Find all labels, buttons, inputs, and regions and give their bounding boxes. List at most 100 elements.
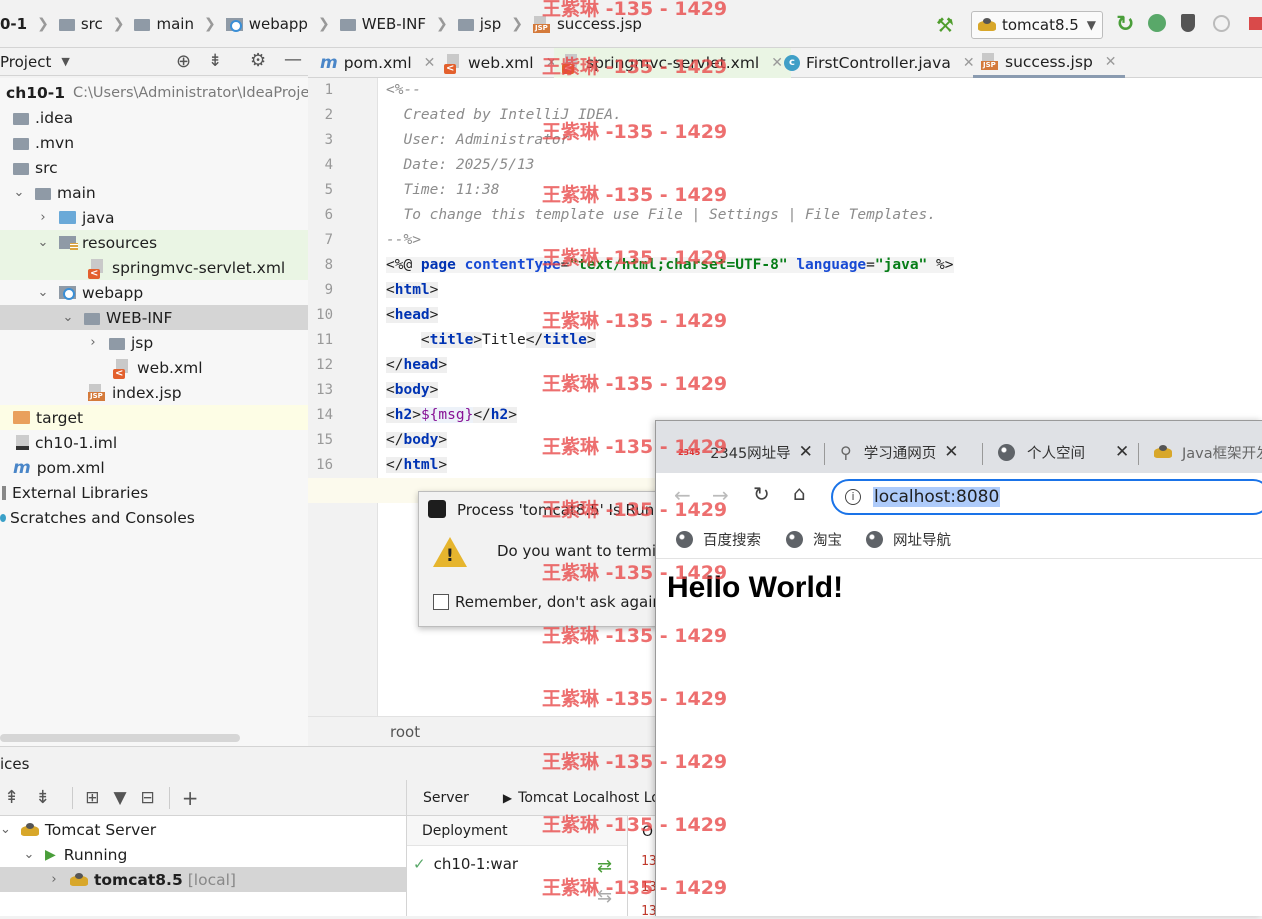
tree-item-scratches[interactable]: Scratches and Consoles — [0, 505, 308, 530]
breadcrumb-item-success-jsp[interactable]: success.jsp — [557, 15, 642, 33]
info-icon[interactable]: i — [845, 489, 861, 505]
tab-server[interactable]: Server — [423, 790, 469, 806]
chevron-down-icon[interactable]: ⌄ — [62, 310, 74, 325]
new-tab-icon[interactable]: ⊟ — [141, 788, 155, 808]
line-number[interactable]: 2 — [325, 107, 333, 123]
tree-item-running[interactable]: ⌄ ▶ Running — [0, 842, 406, 867]
coverage-shield-icon[interactable] — [1181, 14, 1195, 32]
profiler-icon[interactable] — [1213, 15, 1230, 32]
breadcrumb-item-src[interactable]: src — [81, 15, 103, 33]
browser-tab-personal-space[interactable]: 个人空间 ✕ — [998, 437, 1129, 467]
tree-item-resources[interactable]: ⌄ resources — [0, 230, 308, 255]
tree-item-target[interactable]: target — [0, 405, 308, 430]
split-divider[interactable] — [627, 816, 628, 916]
editor-breadcrumb-root[interactable]: root — [390, 723, 420, 741]
line-number[interactable]: 7 — [325, 232, 333, 248]
breadcrumb-item-main[interactable]: main — [156, 15, 193, 33]
tree-item-src[interactable]: src — [0, 155, 308, 180]
tree-item-tomcat-server[interactable]: ⌄ Tomcat Server — [0, 817, 406, 842]
tab-web-xml[interactable]: web.xml ✕ — [436, 48, 565, 78]
line-number[interactable]: 16 — [316, 457, 333, 473]
stop-icon[interactable] — [1249, 17, 1262, 30]
tab-tomcat-localhost-log[interactable]: Tomcat Localhost Log — [518, 790, 669, 806]
collapse-all-icon[interactable]: ⇟ — [208, 51, 222, 71]
close-icon[interactable]: ✕ — [1105, 54, 1117, 70]
tree-item-mvn[interactable]: .mvn — [0, 130, 308, 155]
tree-item-external-libraries[interactable]: External Libraries — [0, 480, 308, 505]
add-icon[interactable]: + — [182, 786, 199, 810]
line-number[interactable]: 6 — [325, 207, 333, 223]
browser-tab-2345[interactable]: 2345 2345网址导 ✕ — [678, 437, 813, 467]
chevron-right-icon[interactable]: › — [37, 210, 49, 225]
tree-item-jsp[interactable]: › jsp — [0, 330, 308, 355]
line-number[interactable]: 12 — [316, 357, 333, 373]
line-number[interactable]: 9 — [325, 282, 333, 298]
chevron-down-icon[interactable]: ⌄ — [13, 185, 25, 200]
chevron-down-icon[interactable]: ⌄ — [23, 847, 35, 862]
project-panel-title[interactable]: Project — [0, 53, 51, 71]
line-number[interactable]: 4 — [325, 157, 333, 173]
line-number[interactable]: 3 — [325, 132, 333, 148]
reload-icon[interactable]: ↻ — [753, 482, 770, 506]
line-number[interactable]: 5 — [325, 182, 333, 198]
tree-item-root[interactable]: ch10-1 C:\Users\Administrator\IdeaProje — [0, 80, 309, 105]
tab-pom-xml[interactable]: m pom.xml ✕ — [312, 48, 443, 78]
services-panel-title[interactable]: ices — [0, 755, 29, 773]
minimize-icon[interactable]: — — [284, 49, 302, 70]
forward-icon[interactable]: → — [712, 483, 729, 507]
undeploy-icon[interactable]: ⇆ — [597, 886, 612, 907]
breadcrumb-item-project[interactable]: 0-1 — [0, 15, 27, 33]
breadcrumb-item-jsp[interactable]: jsp — [480, 15, 502, 33]
redeploy-icon[interactable]: ⇄ — [597, 856, 612, 877]
line-number[interactable]: 8 — [325, 257, 333, 273]
chevron-right-icon[interactable]: › — [48, 872, 60, 887]
line-number[interactable]: 13 — [316, 382, 333, 398]
tree-item-main[interactable]: ⌄ main — [0, 180, 308, 205]
chevron-down-icon[interactable]: ⌄ — [0, 822, 11, 837]
filter-icon[interactable]: ▼ — [113, 788, 126, 808]
address-bar[interactable]: i localhost:8080 — [831, 479, 1262, 515]
debug-bug-icon[interactable] — [1148, 14, 1166, 32]
tree-item-java[interactable]: › java — [0, 205, 308, 230]
locate-target-icon[interactable]: ⊕ — [176, 51, 191, 72]
run-configuration-select[interactable]: tomcat8.5 ▼ — [971, 11, 1103, 39]
browser-tab-java-framework[interactable]: Java框架开发 — [1154, 437, 1262, 467]
chevron-down-icon[interactable]: ⌄ — [37, 285, 49, 300]
tree-item-pom-xml[interactable]: m pom.xml — [0, 455, 308, 480]
horizontal-scrollbar[interactable] — [0, 734, 240, 742]
group-icon[interactable]: ⊞ — [85, 788, 99, 808]
address-text[interactable]: localhost:8080 — [873, 487, 1001, 507]
tree-item-webapp[interactable]: ⌄ webapp — [0, 280, 308, 305]
bookmark-taobao[interactable]: 淘宝 — [786, 529, 842, 550]
tab-springmvc-servlet-xml[interactable]: springmvc-servlet.xml ✕ — [554, 48, 791, 78]
tree-item-tomcat85[interactable]: › tomcat8.5 [local] — [0, 867, 406, 892]
tab-firstcontroller-java[interactable]: c FirstController.java ✕ — [776, 48, 983, 78]
remember-checkbox[interactable] — [433, 594, 449, 610]
bookmark-navigation[interactable]: 网址导航 — [866, 529, 951, 550]
chevron-down-icon[interactable]: ▼ — [61, 55, 69, 68]
line-number[interactable]: 10 — [316, 307, 333, 323]
tree-item-idea[interactable]: .idea — [0, 105, 308, 130]
gear-icon[interactable]: ⚙ — [250, 50, 266, 71]
line-number[interactable]: 15 — [316, 432, 333, 448]
rerun-icon[interactable]: ↻ — [1116, 12, 1134, 37]
tab-success-jsp[interactable]: success.jsp ✕ — [973, 48, 1125, 78]
close-icon[interactable]: ✕ — [424, 55, 436, 71]
close-icon[interactable]: ✕ — [944, 442, 958, 462]
breadcrumb-item-webapp[interactable]: webapp — [249, 15, 308, 33]
chevron-right-icon[interactable]: › — [87, 335, 99, 350]
collapse-all-icon[interactable]: ⇟ — [35, 787, 50, 808]
tree-item-web-inf[interactable]: ⌄ WEB-INF — [0, 305, 308, 330]
bookmark-baidu[interactable]: 百度搜索 — [676, 529, 761, 550]
tree-item-index-jsp[interactable]: index.jsp — [0, 380, 308, 405]
back-icon[interactable]: ← — [674, 483, 691, 507]
chevron-down-icon[interactable]: ⌄ — [37, 235, 49, 250]
tree-item-iml[interactable]: ch10-1.iml — [0, 430, 308, 455]
line-number[interactable]: 14 — [316, 407, 333, 423]
remember-checkbox-label[interactable]: Remember, don't ask again — [455, 593, 662, 611]
line-number[interactable]: 11 — [316, 332, 333, 348]
tree-item-web-xml[interactable]: web.xml — [0, 355, 308, 380]
build-hammer-icon[interactable]: ⚒ — [936, 13, 954, 37]
line-number[interactable]: 1 — [325, 82, 333, 98]
deployment-item[interactable]: ✓ ch10-1:war — [407, 852, 627, 876]
